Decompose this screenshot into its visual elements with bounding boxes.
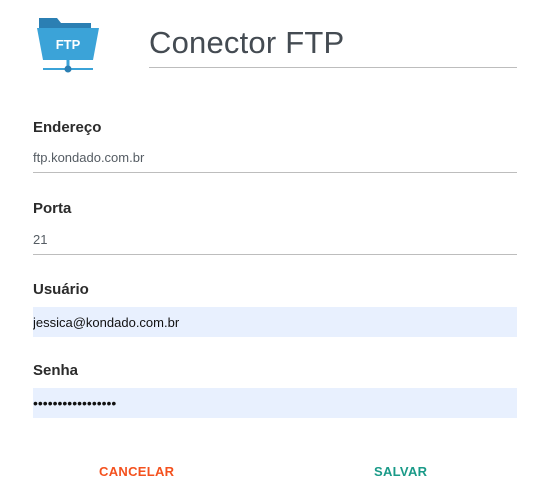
- user-field[interactable]: [33, 307, 517, 337]
- ftp-folder-icon: FTP: [37, 18, 99, 73]
- port-field[interactable]: [33, 225, 517, 255]
- ftp-connector-dialog: FTP Conector FTP Endereço Porta Usuário …: [0, 0, 535, 494]
- port-label: Porta: [33, 200, 72, 217]
- password-field[interactable]: [33, 388, 517, 418]
- password-label: Senha: [33, 362, 79, 379]
- address-field[interactable]: [33, 143, 517, 173]
- title-divider: [149, 67, 517, 68]
- cancel-button[interactable]: CANCELAR: [99, 463, 174, 481]
- user-label: Usuário: [33, 281, 89, 298]
- address-label: Endereço: [33, 119, 102, 136]
- save-button[interactable]: SALVAR: [374, 463, 427, 481]
- logo-text: FTP: [56, 37, 81, 52]
- page-title: Conector FTP: [149, 25, 345, 60]
